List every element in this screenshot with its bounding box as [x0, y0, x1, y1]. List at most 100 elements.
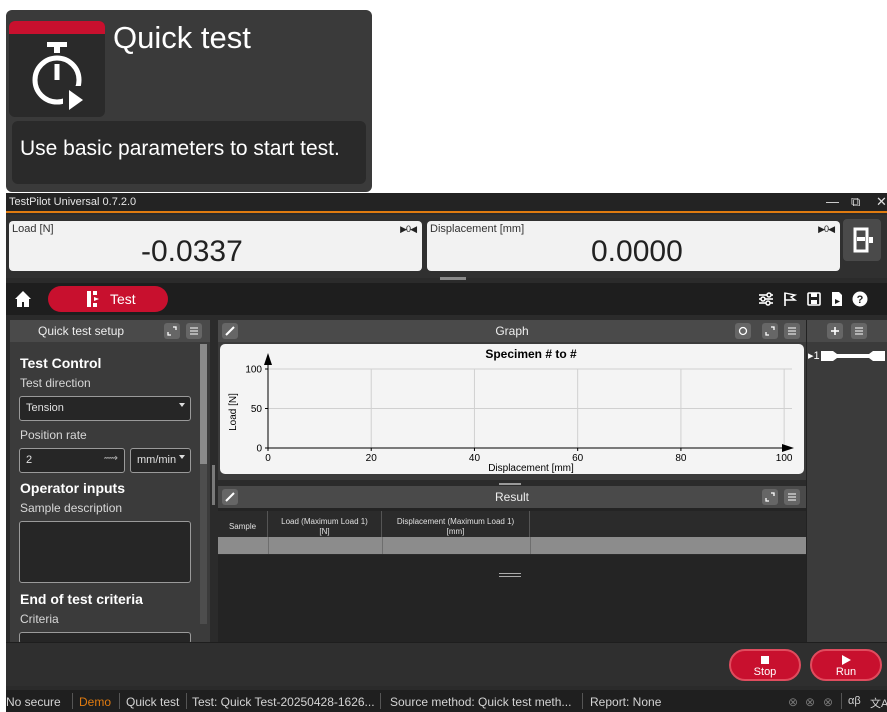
y-axis-arrow: [264, 353, 272, 365]
displacement-readout[interactable]: Displacement [mm] 0.0000 ▶0◀: [427, 221, 840, 271]
save-icon[interactable]: [806, 291, 822, 307]
graph-panel-title: Graph: [495, 324, 529, 338]
result-resize-handle[interactable]: [499, 573, 521, 577]
chevron-down-icon: [179, 403, 185, 407]
menu-icon[interactable]: [784, 323, 800, 339]
network-icon[interactable]: αβ: [848, 695, 861, 707]
setup-panel-title: Quick test setup: [38, 324, 125, 338]
status-indicator-icon: ⊗: [788, 695, 799, 709]
readout-resize-handle[interactable]: [440, 277, 466, 280]
end-criteria-heading: End of test criteria: [20, 591, 143, 607]
icon-accent-bar: [9, 21, 105, 34]
chart-xlabel: Displacement [mm]: [488, 463, 574, 474]
x-tick-label: 40: [469, 453, 481, 464]
load-readout[interactable]: Load [N] -0.0337 ▶0◀: [9, 221, 422, 271]
stopwatch-icon: [32, 42, 83, 110]
status-divider: [119, 693, 120, 709]
status-test-name: Test: Quick Test-20250428-1626...: [192, 695, 375, 709]
specimen-item[interactable]: ▸1: [807, 348, 887, 364]
machine-frame-icon: [853, 227, 873, 253]
load-readout-label: Load [N]: [12, 223, 54, 235]
expand-icon[interactable]: [164, 323, 180, 339]
sliders-icon[interactable]: [758, 291, 774, 307]
x-tick-label: 20: [366, 453, 378, 464]
load-readout-value: -0.0337: [141, 235, 243, 268]
add-icon[interactable]: [827, 323, 843, 339]
tooltip-title: Quick test: [113, 20, 251, 55]
run-label: Run: [835, 666, 857, 678]
status-divider: [72, 693, 73, 709]
expand-icon[interactable]: [762, 323, 778, 339]
flags-icon[interactable]: [782, 291, 798, 307]
close-icon[interactable]: ✕: [876, 194, 887, 210]
setup-scrollbar[interactable]: [200, 344, 207, 624]
chevron-down-icon: [179, 455, 185, 459]
action-bar: Stop Run: [6, 642, 887, 686]
help-icon[interactable]: ?: [852, 291, 868, 307]
graph-panel: Graph Specimen # to # Displacement [mm] …: [218, 320, 806, 480]
run-button[interactable]: Run: [810, 649, 882, 681]
position-rate-input[interactable]: 2 ⟿: [19, 448, 125, 473]
cell-divider: [530, 537, 531, 554]
y-tick-label: 0: [256, 444, 262, 455]
status-divider: [380, 693, 381, 709]
x-tick-label: 0: [265, 453, 271, 464]
play-icon: [842, 655, 851, 665]
numpad-icon[interactable]: ⟿: [104, 453, 118, 464]
status-indicator-icon: ⊗: [823, 695, 834, 709]
expand-icon[interactable]: [762, 489, 778, 505]
result-panel-title: Result: [494, 490, 529, 504]
specimen-panel-header: [807, 320, 887, 342]
setup-panel-header: Quick test setup: [10, 320, 210, 342]
table-row[interactable]: [218, 537, 806, 554]
graph-resize-handle[interactable]: [499, 483, 521, 485]
tab-test-label: Test: [110, 291, 136, 307]
machine-frame-button[interactable]: [843, 219, 881, 261]
menu-icon[interactable]: [851, 323, 867, 339]
position-rate-label: Position rate: [20, 428, 87, 442]
cell-divider: [268, 537, 269, 554]
menu-icon[interactable]: [784, 489, 800, 505]
x-axis-arrow: [782, 444, 794, 452]
graph-panel-header: Graph: [218, 320, 806, 342]
restore-icon[interactable]: ⧉: [851, 194, 860, 210]
result-panel-header: Result: [218, 486, 806, 508]
quick-test-icon-tile: [9, 21, 105, 117]
specimen-number-text: 1: [813, 350, 820, 362]
readout-control-icon[interactable]: ▶0◀: [400, 224, 417, 235]
chart-title: Specimen # to #: [485, 347, 577, 361]
result-panel: Result Sample Load (Maximum Load 1) [N] …: [218, 486, 806, 642]
criteria-label: Criteria: [20, 612, 59, 626]
menu-icon[interactable]: [186, 323, 202, 339]
status-report: Report: None: [590, 695, 662, 709]
minimize-icon[interactable]: —: [826, 194, 839, 209]
tab-test[interactable]: Test: [48, 286, 168, 312]
position-rate-unit: mm/min: [137, 454, 177, 466]
test-direction-select[interactable]: Tension: [19, 396, 191, 421]
y-tick-label: 50: [251, 404, 263, 415]
sample-description-input[interactable]: [19, 521, 191, 583]
x-tick-label: 80: [675, 453, 687, 464]
readout-bar: Load [N] -0.0337 ▶0◀ Displacement [mm] 0…: [6, 215, 887, 278]
stop-button[interactable]: Stop: [729, 649, 801, 681]
chart-ticks: 0 20 40 60 80 100 0 50 100: [245, 365, 793, 465]
language-icon[interactable]: 文A: [870, 695, 887, 711]
position-rate-unit-select[interactable]: mm/min: [130, 448, 191, 473]
cell-divider: [382, 537, 383, 554]
export-document-icon[interactable]: [829, 291, 845, 307]
status-source-method: Source method: Quick test meth...: [390, 695, 572, 709]
test-direction-label: Test direction: [20, 376, 91, 390]
left-panel-splitter[interactable]: [212, 465, 215, 505]
status-bar: No secure Demo Quick test Test: Quick Te…: [6, 690, 887, 712]
position-rate-value: 2: [26, 454, 33, 466]
readout-control-icon[interactable]: ▶0◀: [818, 224, 835, 235]
setup-scrollbar-thumb[interactable]: [200, 344, 207, 464]
y-tick-label: 100: [245, 365, 262, 376]
tooltip-description: Use basic parameters to start test.: [20, 137, 340, 160]
home-icon[interactable]: [14, 290, 32, 308]
refresh-icon[interactable]: [735, 323, 751, 339]
stop-icon: [761, 656, 769, 664]
dogbone-specimen-icon: [821, 351, 885, 361]
specimen-panel: ▸1: [806, 320, 887, 642]
graph-area[interactable]: Specimen # to # Displacement [mm] Load […: [220, 344, 804, 474]
